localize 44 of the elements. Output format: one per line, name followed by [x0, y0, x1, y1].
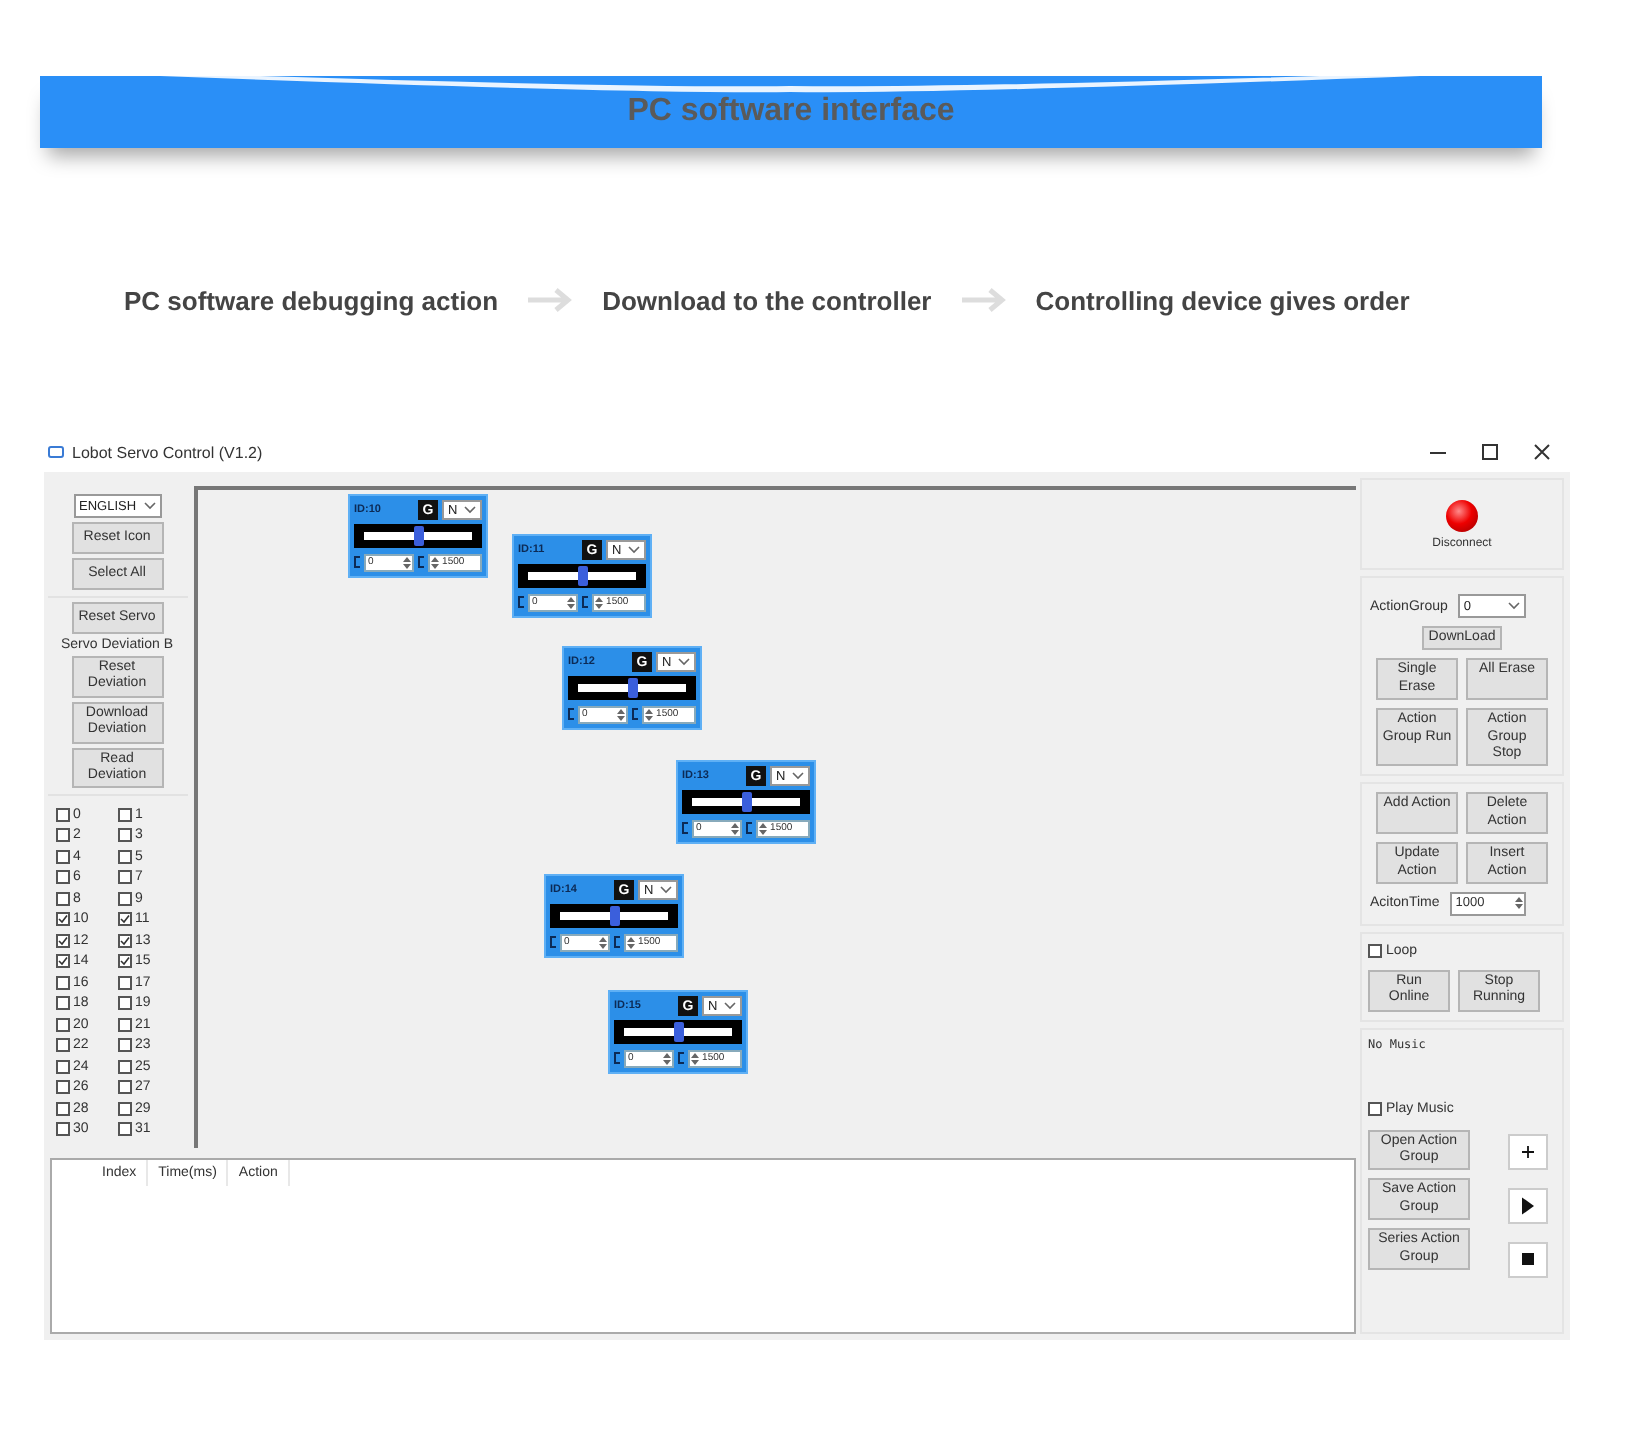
plus-icon [1522, 1141, 1534, 1162]
play-icon [1522, 1195, 1534, 1216]
spinner-arrows-icon[interactable] [730, 821, 741, 835]
position-slider[interactable] [682, 790, 810, 814]
chevron-icon [628, 546, 640, 554]
spinner-arrows-icon[interactable] [598, 935, 609, 949]
arrow-icon [526, 286, 575, 314]
spinner-arrows-icon[interactable] [430, 555, 441, 569]
banner-title: PC software interface [627, 94, 955, 130]
step-label: Download to the controller [602, 285, 932, 315]
position-slider[interactable] [614, 1020, 742, 1044]
chevron-icon [143, 502, 155, 510]
spinner-arrows-icon[interactable] [616, 707, 627, 721]
maximize-icon[interactable] [1482, 444, 1498, 460]
chevron-icon [660, 886, 672, 894]
status-light [1446, 499, 1478, 531]
spinner-arrows-icon[interactable] [1513, 896, 1524, 911]
position-slider[interactable] [518, 564, 646, 588]
spinner-arrows-icon[interactable] [402, 555, 413, 569]
window-title: Lobot Servo Control (V1.2) [72, 443, 265, 461]
stop-icon [1522, 1250, 1534, 1269]
spinner-arrows-icon[interactable] [566, 595, 577, 609]
play-button[interactable] [1508, 1187, 1548, 1224]
position-slider[interactable] [550, 904, 678, 928]
chevron-icon [792, 772, 804, 780]
close-icon[interactable] [1534, 444, 1550, 460]
add-button[interactable] [1508, 1133, 1548, 1170]
spinner-arrows-icon[interactable] [690, 1051, 701, 1065]
chevron-icon [1507, 602, 1520, 610]
step-label: Controlling device gives order [1035, 285, 1410, 315]
spinner-arrows-icon[interactable] [662, 1051, 673, 1065]
spinner-arrows-icon[interactable] [626, 935, 637, 949]
spinner-arrows-icon[interactable] [758, 821, 769, 835]
chevron-icon [464, 506, 476, 514]
chevron-icon [724, 1002, 736, 1010]
position-slider[interactable] [354, 524, 482, 548]
spinner-arrows-icon[interactable] [644, 707, 655, 721]
chevron-icon [678, 658, 690, 666]
position-slider[interactable] [568, 676, 696, 700]
spinner-arrows-icon[interactable] [594, 595, 605, 609]
step-label: PC software debugging action [124, 285, 499, 315]
app-icon [48, 446, 64, 458]
arrow-icon [959, 286, 1008, 314]
stop-button[interactable] [1508, 1241, 1548, 1278]
